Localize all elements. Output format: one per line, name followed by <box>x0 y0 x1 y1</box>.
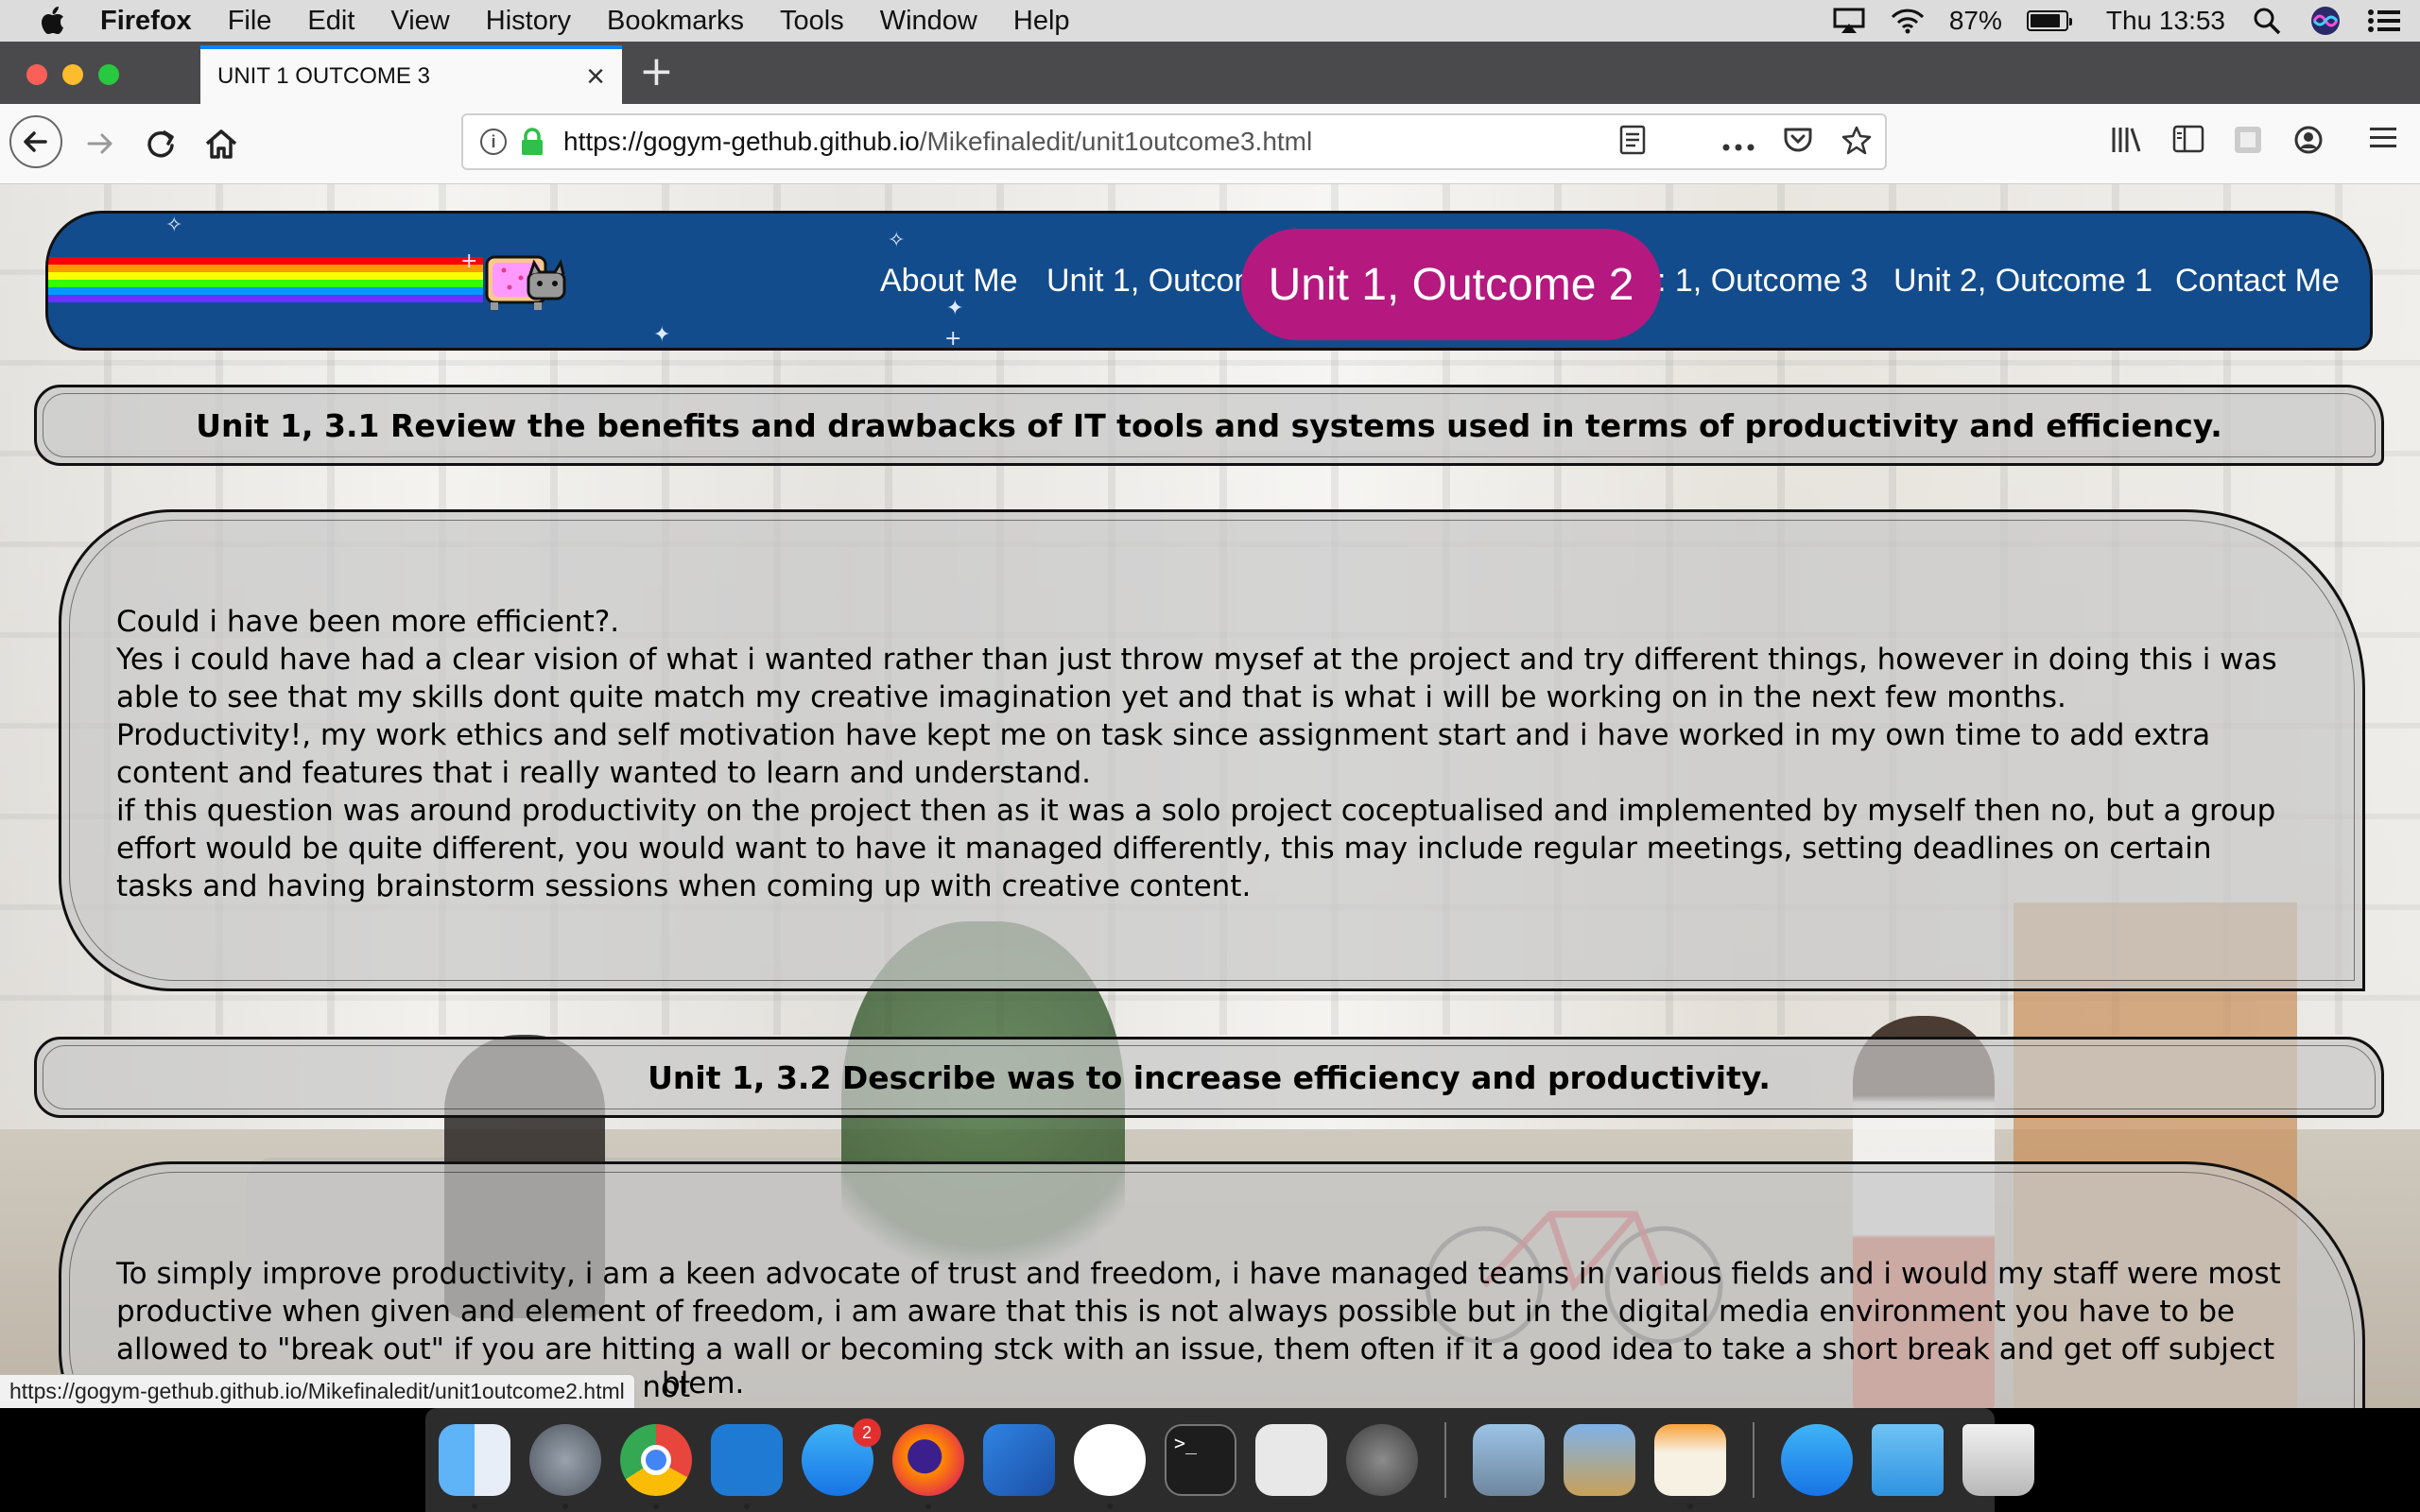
dock-separator <box>1444 1422 1446 1498</box>
menu-bookmarks[interactable]: Bookmarks <box>607 6 744 37</box>
new-tab-button[interactable]: + <box>639 47 674 95</box>
launchpad-icon[interactable] <box>529 1424 601 1509</box>
forward-icon <box>87 133 112 154</box>
url-text[interactable]: https://gogym-gethub.github.io/Mikefinal… <box>563 127 1312 157</box>
back-icon <box>24 131 47 152</box>
menu-app-firefox[interactable]: Firefox <box>100 6 192 37</box>
dock-area: 2 >_ <box>0 1408 2420 1512</box>
battery-percent: 87% <box>1948 6 2002 35</box>
nav-about-me[interactable]: About Me <box>880 263 1018 300</box>
zoom-window-button[interactable] <box>98 64 119 85</box>
sidebar-icon[interactable] <box>2172 125 2204 153</box>
section-content-3-1: Could i have been more efficient?. Yes i… <box>59 509 2365 991</box>
section-heading-3-1: Unit 1, 3.1 Review the benefits and draw… <box>34 385 2384 466</box>
forward-button[interactable] <box>76 119 125 168</box>
reload-icon <box>147 130 174 158</box>
site-header: ✧ + ✧ ✦ ✦ + About Me Unit 1, Outcom : 1,… <box>45 211 2373 351</box>
airplay-icon[interactable] <box>1832 7 1866 35</box>
section-content-3-2: To simply improve productivity, i am a k… <box>59 1161 2365 1408</box>
trash-icon[interactable] <box>1962 1424 2034 1496</box>
tab-title: UNIT 1 OUTCOME 3 <box>217 63 430 89</box>
extension-icon[interactable] <box>2233 125 2263 155</box>
menu-file[interactable]: File <box>228 6 272 37</box>
window-controls <box>26 64 119 85</box>
battery-icon[interactable] <box>2026 10 2072 31</box>
url-bar[interactable]: i https://gogym-gethub.github.io/Mikefin… <box>461 113 1887 170</box>
tab-active[interactable]: UNIT 1 OUTCOME 3 × <box>200 45 622 104</box>
battery-fill <box>2030 14 2061 27</box>
menu-view[interactable]: View <box>390 6 449 37</box>
menu-help[interactable]: Help <box>1013 6 1070 37</box>
pocket-icon[interactable] <box>1783 126 1813 161</box>
firefox-icon[interactable] <box>892 1424 964 1509</box>
close-window-button[interactable] <box>26 64 47 85</box>
url-path: /Mikefinaledit/unit1outcome3.html <box>919 127 1313 156</box>
preview-icon[interactable] <box>1473 1424 1545 1496</box>
finder-icon[interactable] <box>439 1424 510 1509</box>
home-button[interactable] <box>197 119 246 168</box>
menu-window[interactable]: Window <box>880 6 977 37</box>
bookmark-star-icon[interactable] <box>1841 125 1872 162</box>
hamburger-menu-icon[interactable] <box>2368 125 2398 151</box>
nav-contact-me[interactable]: Contact Me <box>2175 263 2340 300</box>
reload-button[interactable] <box>136 119 185 168</box>
dock-separator <box>1753 1422 1754 1498</box>
back-button[interactable] <box>9 115 62 168</box>
menu-history[interactable]: History <box>486 6 571 37</box>
nav-toolbar: i https://gogym-gethub.github.io/Mikefin… <box>0 104 2420 184</box>
siri-icon[interactable] <box>2308 7 2342 35</box>
paragraph-line: Productivity!, my work ethics and self m… <box>116 718 2211 790</box>
page-actions-icon[interactable] <box>1722 129 1754 159</box>
xcode-icon[interactable] <box>983 1424 1055 1496</box>
site-info-icon[interactable]: i <box>480 129 507 155</box>
app-store-icon[interactable]: 2 <box>802 1418 881 1496</box>
library-icon[interactable] <box>2110 125 2142 155</box>
menu-tools[interactable]: Tools <box>780 6 844 37</box>
folder-icon[interactable] <box>1872 1424 1944 1496</box>
spotlight-icon[interactable] <box>2250 7 2284 35</box>
reader-view-icon[interactable] <box>1618 125 1647 162</box>
notification-center-icon[interactable] <box>2367 7 2401 35</box>
minimize-window-button[interactable] <box>62 64 83 85</box>
home-icon <box>205 129 237 159</box>
paragraph-line: Could i have been more efficient?. <box>116 605 620 639</box>
menu-edit[interactable]: Edit <box>307 6 354 37</box>
mail-stamp-icon[interactable] <box>1564 1424 1635 1496</box>
account-icon[interactable] <box>2293 125 2324 155</box>
vscode-icon[interactable] <box>711 1424 783 1509</box>
status-link-url: https://gogym-gethub.github.io/Mikefinal… <box>9 1379 625 1403</box>
paragraph-tail: blem. <box>662 1366 745 1400</box>
terminal-icon[interactable]: >_ <box>1165 1424 1236 1496</box>
clock[interactable]: Thu 13:53 <box>2106 6 2225 36</box>
web-page: ✧ + ✧ ✦ ✦ + About Me Unit 1, Outcom : 1,… <box>0 184 2420 1408</box>
main-nav: About Me Unit 1, Outcom : 1, Outcome 3 U… <box>48 214 2370 348</box>
section-heading-3-2: Unit 1, 3.2 Describe was to increase eff… <box>34 1037 2384 1118</box>
system-preferences-icon[interactable] <box>1346 1424 1418 1496</box>
app-store-folder-icon[interactable] <box>1781 1424 1853 1496</box>
url-host: https://gogym-gethub.github.io <box>563 127 920 156</box>
apple-icon[interactable] <box>38 5 66 37</box>
slack-icon[interactable] <box>1074 1424 1146 1509</box>
dock: 2 >_ <box>425 1408 2034 1512</box>
nav-unit1-outcome1[interactable]: Unit 1, Outcom <box>1046 263 1261 300</box>
tab-strip: UNIT 1 OUTCOME 3 × + <box>0 42 2420 104</box>
nav-unit2-outcome1[interactable]: Unit 2, Outcome 1 <box>1893 263 2152 300</box>
nav-unit1-outcome2-hover[interactable]: Unit 1, Outcome 2 <box>1241 229 1661 340</box>
status-link-preview: https://gogym-gethub.github.io/Mikefinal… <box>0 1374 635 1408</box>
pages-icon[interactable] <box>1654 1424 1726 1509</box>
nav-unit1-outcome3[interactable]: : 1, Outcome 3 <box>1657 263 1868 300</box>
chrome-icon[interactable] <box>620 1424 692 1509</box>
tab-close-icon[interactable]: × <box>586 59 605 95</box>
paragraph-line: Yes i could have had a clear vision of w… <box>116 643 2277 714</box>
wifi-icon[interactable] <box>1891 7 1925 35</box>
app-store-badge: 2 <box>853 1418 881 1447</box>
screenshot-icon[interactable] <box>1255 1424 1327 1496</box>
lock-icon[interactable] <box>520 128 544 156</box>
macos-menu-bar: Firefox File Edit View History Bookmarks… <box>0 0 2420 42</box>
paragraph-line: if this question was around productivity… <box>116 794 2276 903</box>
